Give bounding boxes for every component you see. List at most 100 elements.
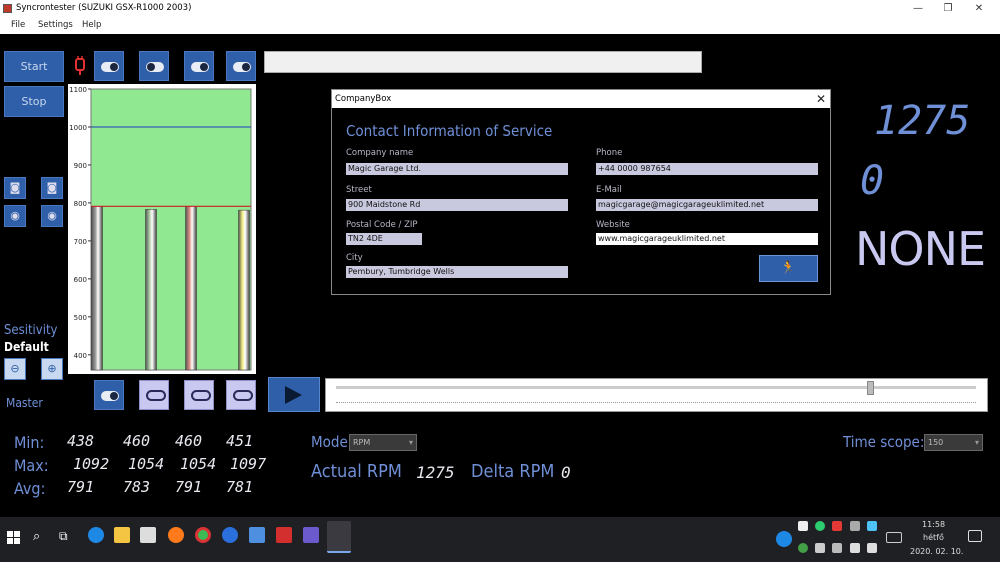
file-explorer-icon[interactable] — [114, 527, 130, 543]
rpm-display: 1275 — [874, 98, 971, 144]
eye-icon: ◉ — [47, 209, 57, 222]
tray-icon[interactable] — [867, 521, 877, 531]
avg-value-4: 781 — [226, 478, 254, 496]
sensitivity-value: Default — [4, 340, 49, 354]
max-value-4: 1097 — [230, 455, 267, 473]
dialog-close-button[interactable]: ✕ — [816, 90, 826, 108]
snapshot-button-1[interactable]: ◙ — [4, 177, 26, 199]
task-view-icon[interactable]: ⧉ — [59, 529, 75, 545]
help-icon[interactable] — [776, 531, 792, 547]
postal-field[interactable]: TN2 4DE — [346, 233, 422, 245]
keyboard-icon[interactable] — [886, 532, 902, 543]
chevron-down-icon: ▾ — [408, 438, 413, 447]
channel-2-toggle[interactable] — [139, 51, 169, 81]
store-icon[interactable] — [140, 527, 156, 543]
status-display: NONE — [855, 222, 986, 276]
chart-svg: 400 500 600 700 800 900 1000 1100 — [69, 86, 252, 371]
menu-help[interactable]: Help — [82, 17, 101, 34]
mode-select[interactable]: RPM ▾ — [349, 434, 417, 451]
channel-4-toggle[interactable] — [226, 51, 256, 81]
bar-3 — [185, 206, 197, 371]
zoom-out-button[interactable]: ⊖ — [4, 358, 26, 380]
avg-label: Avg: — [14, 479, 46, 498]
zoom-in-icon: ⊕ — [47, 362, 57, 375]
channel-1-toggle[interactable] — [94, 51, 124, 81]
shield-icon[interactable] — [798, 521, 808, 531]
avg-value-1: 791 — [67, 478, 95, 496]
avg-value-2: 783 — [123, 478, 151, 496]
menu-file[interactable]: File — [11, 17, 25, 34]
link-toggle-4[interactable] — [226, 380, 256, 410]
app-icon-blue[interactable] — [249, 527, 265, 543]
sensor-icon — [75, 56, 85, 75]
syncrontester-taskbar-button[interactable] — [327, 521, 351, 553]
time-scope-label: Time scope: — [843, 433, 925, 451]
open-website-button[interactable]: 🏃 — [759, 255, 818, 282]
edge-icon[interactable] — [88, 527, 104, 543]
search-icon[interactable]: ⌕ — [33, 529, 49, 545]
link-toggle-3[interactable] — [184, 380, 214, 410]
time-scope-select[interactable]: 150 ▾ — [924, 434, 983, 451]
view-button-2[interactable]: ◉ — [41, 205, 63, 227]
restore-button[interactable]: ❐ — [933, 0, 963, 17]
menu-bar: File Settings Help — [0, 17, 1000, 34]
check-icon[interactable] — [815, 521, 825, 531]
minimize-button[interactable]: — — [903, 0, 933, 17]
usb-icon[interactable] — [815, 543, 825, 553]
delta-display: 0 — [860, 158, 885, 204]
y-tick-label: 800 — [74, 200, 87, 208]
city-label: City — [346, 253, 363, 263]
bar-1 — [91, 206, 103, 371]
stop-button[interactable]: Stop — [4, 86, 64, 117]
firefox-icon[interactable] — [168, 527, 184, 543]
play-button[interactable] — [268, 377, 320, 412]
y-tick-label: 400 — [74, 352, 87, 360]
start-button[interactable]: Start — [4, 51, 64, 82]
timeline-slider[interactable] — [325, 378, 988, 412]
save-app-icon[interactable] — [303, 527, 319, 543]
taskbar: ⌕ ⧉ 11:58 hétfő 2020. 02. 10. — [0, 517, 1000, 562]
link-toggle-2[interactable] — [139, 380, 169, 410]
progress-bar — [264, 51, 702, 73]
slider-ticks — [336, 399, 976, 403]
actual-rpm-label: Actual RPM — [311, 461, 402, 482]
chrome-icon[interactable] — [195, 527, 211, 543]
postal-label: Postal Code / ZIP — [346, 220, 418, 230]
mode-label: Mode: — [311, 433, 353, 451]
phone-field[interactable]: +44 0000 987654 — [596, 163, 818, 175]
windows-start-icon[interactable] — [7, 530, 21, 544]
network-icon[interactable] — [867, 543, 877, 553]
chart-plot-area — [90, 88, 252, 371]
sensitivity-label: Sesitivity — [4, 323, 58, 338]
acrobat-icon[interactable] — [276, 527, 292, 543]
email-field[interactable]: magicgarage@magicgarageuklimited.net — [596, 199, 818, 211]
close-button[interactable]: ✕ — [964, 0, 994, 17]
city-field[interactable]: Pembury, Tumbridge Wells — [346, 266, 568, 278]
phone-label: Phone — [596, 148, 623, 158]
website-field[interactable]: www.magicgarageuklimited.net — [596, 233, 818, 245]
tray-icon[interactable] — [798, 543, 808, 553]
zoom-in-button[interactable]: ⊕ — [41, 358, 63, 380]
street-field[interactable]: 900 Maidstone Rd — [346, 199, 568, 211]
antivirus-icon[interactable] — [832, 521, 842, 531]
delta-rpm-value: 0 — [561, 463, 571, 482]
globe-icon[interactable] — [222, 527, 238, 543]
slider-thumb[interactable] — [867, 381, 875, 395]
play-icon — [285, 386, 302, 404]
battery-icon[interactable] — [832, 543, 842, 553]
min-value-1: 438 — [67, 432, 95, 450]
snapshot-button-2[interactable]: ◙ — [41, 177, 63, 199]
master-toggle-1[interactable] — [94, 380, 124, 410]
view-button-1[interactable]: ◉ — [4, 205, 26, 227]
tray-icon[interactable] — [850, 521, 860, 531]
volume-icon[interactable] — [850, 543, 860, 553]
channel-3-toggle[interactable] — [184, 51, 214, 81]
notification-icon[interactable] — [968, 530, 982, 542]
mode-value: RPM — [353, 438, 371, 447]
y-tick-label: 1100 — [69, 86, 87, 94]
company-name-field[interactable]: Magic Garage Ltd. — [346, 163, 568, 175]
slider-track — [336, 386, 976, 389]
master-label: Master — [6, 396, 43, 410]
y-tick-label: 1000 — [69, 124, 87, 132]
menu-settings[interactable]: Settings — [38, 17, 73, 34]
